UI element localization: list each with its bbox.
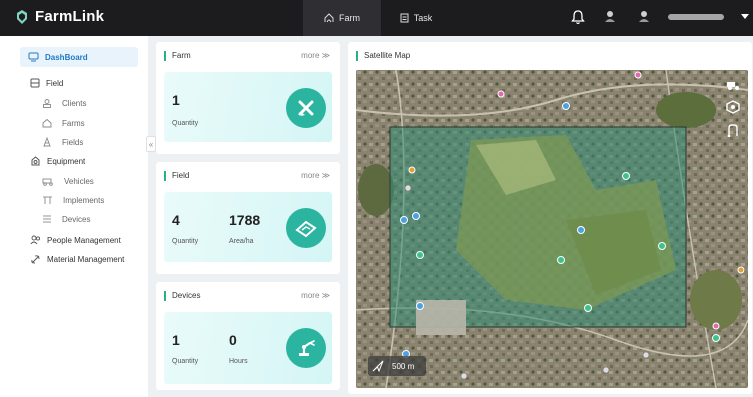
devices-card-title: Devices [164,291,200,301]
devices-quantity-label: Quantity [172,358,199,365]
devices-stat-box: 1 Quantity 0 Hours [164,312,332,384]
avatar [605,11,615,22]
clients-icon [43,99,51,108]
field-stat-box: 4 Quantity 1788 Area/ha [164,192,332,262]
chevron-down-icon[interactable] [741,14,749,19]
map-scale: 500 m [368,356,426,376]
tab-task-label: Task [413,13,433,23]
navigation-icon[interactable] [372,360,384,372]
dashboard-icon [28,52,39,62]
field-card-title: Field [164,171,189,181]
farms-icon [42,118,52,128]
map-markers [400,71,745,380]
sidebar-item-label: DashBoard [45,52,88,62]
tab-farm-label: Farm [339,13,360,23]
devices-icon [43,215,51,223]
sidebar-item-farms[interactable]: Farms [42,118,85,128]
sidebar-item-label: Devices [62,214,91,224]
implements-icon [43,196,52,204]
sidebar-collapse-button[interactable]: « [146,136,156,152]
sidebar-item-dashboard[interactable]: DashBoard [20,47,138,67]
farm-tools-icon [298,100,314,116]
sidebar-item-vehicles[interactable]: Vehicles [42,176,94,186]
satellite-map[interactable]: 500 m [356,70,748,388]
sidebar: DashBoard Field Clients Farms Fields Equ… [0,36,148,397]
tractor-icon[interactable] [726,78,740,96]
avatar-1[interactable] [603,9,617,23]
route-icon[interactable] [726,123,740,142]
sidebar-item-label: Field [46,78,64,88]
sidebar-item-clients[interactable]: Clients [42,98,86,108]
sidebar-item-equipment[interactable]: Equipment [30,156,85,166]
map-toolbar [724,78,742,138]
bell-icon[interactable] [571,9,585,25]
farm-card-title: Farm [164,51,191,61]
avatar [639,11,649,22]
top-bar: FarmLink Farm Task [0,0,753,36]
field-more-link[interactable]: more ≫ [301,171,330,180]
equipment-icon [31,156,40,166]
sidebar-item-implements[interactable]: Implements [42,195,104,205]
app-logo[interactable]: FarmLink [14,8,104,25]
sidebar-item-label: Equipment [47,156,86,166]
devices-more-link[interactable]: more ≫ [301,291,330,300]
notification-area [571,9,585,25]
field-icon-circle [286,208,326,248]
sidebar-item-people-management[interactable]: People Management [30,235,121,245]
fields-icon [43,137,51,147]
field-area-label: Area/ha [229,238,254,245]
sidebar-item-material-management[interactable]: Material Management [30,254,124,264]
sidebar-item-label: Vehicles [64,176,94,186]
field-quantity-value: 4 [172,212,180,228]
devices-card: Devices more ≫ 1 Quantity 0 Hours [156,282,340,390]
sidebar-item-label: Implements [63,195,105,205]
avatar-2[interactable] [637,9,651,23]
map-title: Satellite Map [356,51,410,61]
layers-icon[interactable] [726,100,740,119]
farm-icon-circle [286,88,326,128]
tab-farm[interactable]: Farm [303,0,381,36]
vehicles-icon [42,178,53,186]
sidebar-item-label: Material Management [47,254,125,264]
field-icon [30,78,40,88]
devices-quantity-value: 1 [172,332,180,348]
sidebar-item-label: Fields [62,137,84,147]
sidebar-item-label: Farms [62,118,85,128]
farm-stat-box: 1 Quantity [164,72,332,142]
user-name-redacted[interactable] [668,14,724,20]
field-quantity-label: Quantity [172,238,199,245]
sidebar-item-devices[interactable]: Devices [42,214,90,224]
tab-task[interactable]: Task [386,0,446,36]
map-scale-label: 500 m [392,361,415,371]
devices-hours-value: 0 [229,332,237,348]
material-icon [31,255,40,264]
sidebar-item-label: Clients [62,98,87,108]
app-name: FarmLink [35,8,105,25]
farm-quantity-label: Quantity [172,120,199,127]
sidebar-item-label: People Management [47,235,121,245]
devices-hours-label: Hours [229,358,248,365]
farm-icon [324,13,334,23]
task-icon [400,13,409,23]
farm-quantity-value: 1 [172,92,180,108]
robot-arm-icon [299,340,315,356]
field-area-value: 1788 [229,212,261,228]
devices-icon-circle [286,328,326,368]
logo-icon [17,9,27,24]
field-map-icon [295,220,317,238]
sidebar-item-field[interactable]: Field [30,78,63,88]
people-icon [30,235,41,245]
farm-card: Farm more ≫ 1 Quantity [156,42,340,154]
farm-more-link[interactable]: more ≫ [301,51,330,60]
sidebar-item-fields[interactable]: Fields [42,137,83,147]
field-card: Field more ≫ 4 Quantity 1788 Area/ha [156,162,340,274]
